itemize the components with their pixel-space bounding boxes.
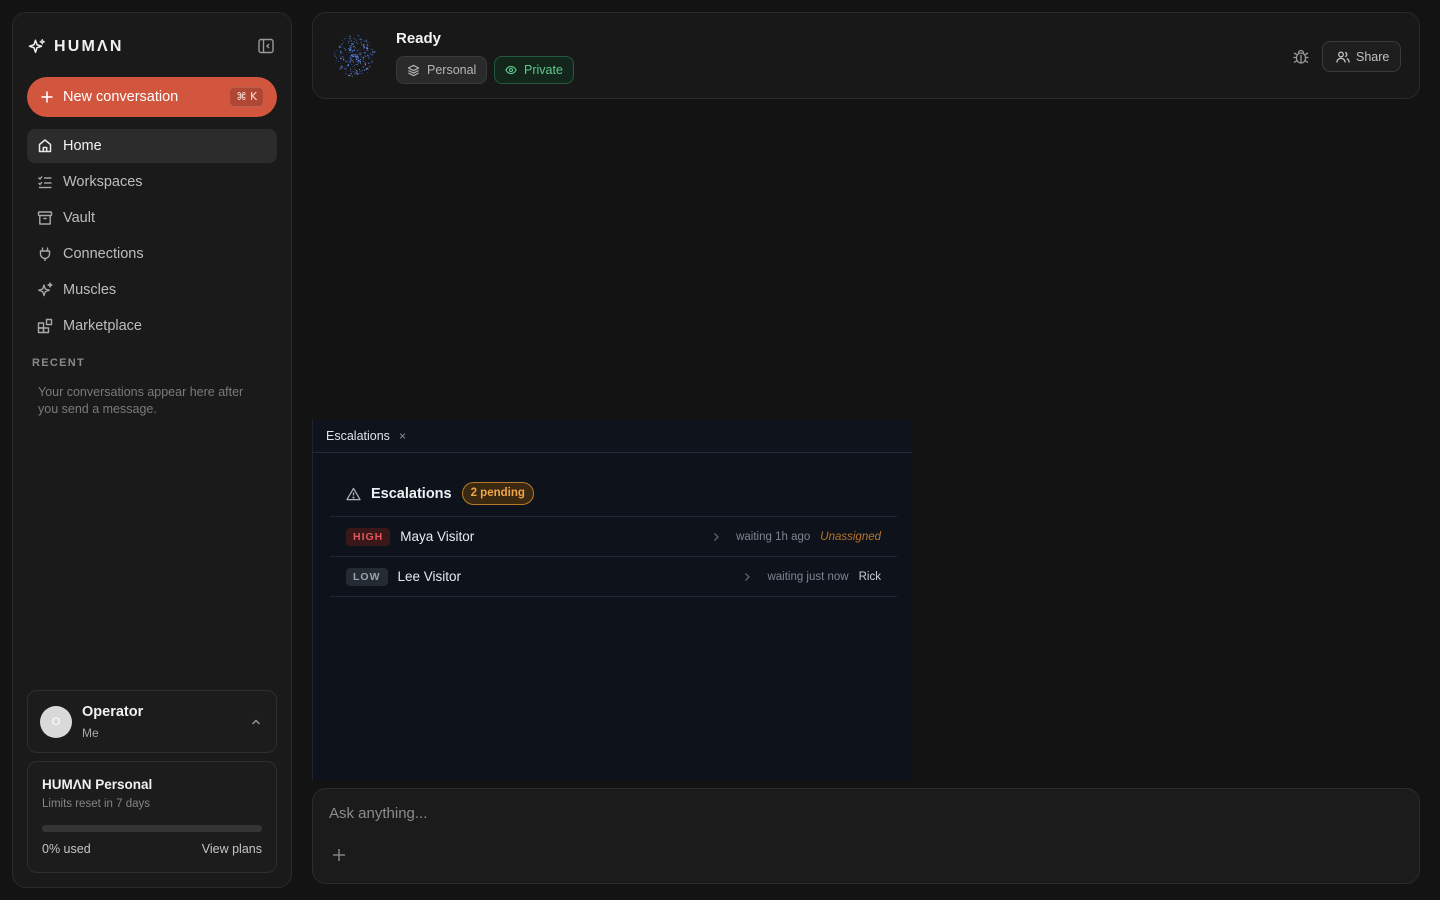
app-root: HUMΛN New conversation ⌘ K Home Workspac…	[0, 0, 1440, 900]
share-button[interactable]: Share	[1322, 41, 1401, 72]
plus-icon	[41, 91, 53, 103]
waiting-time: waiting just now	[767, 571, 849, 583]
nav-item-muscles[interactable]: Muscles	[27, 273, 277, 307]
blocks-icon	[37, 318, 53, 334]
nav-item-connections[interactable]: Connections	[27, 237, 277, 271]
layers-icon	[407, 64, 420, 76]
row-meta: waiting 1h ago Unassigned	[712, 517, 881, 557]
shortcut-badge: ⌘ K	[229, 87, 264, 107]
visitor-name: Lee Visitor	[397, 569, 462, 584]
nav-item-marketplace[interactable]: Marketplace	[27, 309, 277, 343]
nav-item-workspaces[interactable]: Workspaces	[27, 165, 277, 199]
brand-name: HUMΛN	[54, 38, 124, 55]
nav-label: Workspaces	[63, 174, 143, 190]
archive-icon	[37, 210, 53, 226]
eye-icon	[505, 65, 517, 75]
list-checks-icon	[37, 174, 53, 190]
nav-item-home[interactable]: Home	[27, 129, 277, 163]
recent-heading: RECENT	[32, 357, 86, 369]
escalation-row[interactable]: LOW Lee Visitor waiting just now Rick	[330, 557, 897, 597]
severity-badge-high: HIGH	[346, 527, 391, 546]
user-menu[interactable]: O Operator Me	[27, 690, 277, 753]
escalations-list: HIGH Maya Visitor waiting 1h ago Unassig…	[330, 516, 897, 597]
sparkle-logo-icon	[28, 38, 46, 53]
message-composer	[312, 788, 1420, 884]
panel-tab-label: Escalations	[326, 429, 390, 443]
user-name: Operator	[82, 704, 144, 720]
usage-progress-bar	[42, 825, 262, 832]
view-plans-link[interactable]: View plans	[202, 842, 262, 856]
plan-reset-text: Limits reset in 7 days	[42, 798, 151, 810]
escalations-panel: Escalations × Escalations 2 pending HIGH…	[312, 420, 912, 780]
recent-empty-state: Your conversations appear here after you…	[38, 385, 244, 416]
waiting-time: waiting 1h ago	[736, 531, 811, 543]
share-label: Share	[1356, 49, 1390, 64]
assignee-label: Unassigned	[820, 531, 881, 543]
collapse-sidebar-icon[interactable]	[257, 37, 275, 55]
tag-label: Personal	[427, 63, 477, 77]
nav-label: Marketplace	[63, 318, 142, 334]
assignee-label: Rick	[858, 571, 881, 583]
visitor-name: Maya Visitor	[400, 529, 475, 544]
close-tab-icon[interactable]: ×	[399, 429, 406, 443]
severity-badge-low: LOW	[346, 567, 388, 586]
plan-title: HUMΛN Personal	[42, 777, 153, 792]
status-title: Ready	[396, 30, 442, 47]
tag-label: Private	[524, 63, 563, 77]
escalations-title: Escalations	[371, 485, 452, 502]
workspace-tag-personal[interactable]: Personal	[396, 56, 488, 84]
nav-label: Connections	[63, 246, 144, 262]
chevron-right-icon	[745, 573, 751, 581]
pending-count-badge: 2 pending	[461, 482, 534, 505]
user-subtitle: Me	[82, 726, 99, 740]
new-conversation-label: New conversation	[63, 89, 179, 105]
add-attachment-icon[interactable]	[332, 848, 346, 862]
sidebar: HUMΛN New conversation ⌘ K Home Workspac…	[12, 12, 292, 888]
escalation-row[interactable]: HIGH Maya Visitor waiting 1h ago Unassig…	[330, 517, 897, 557]
message-input[interactable]	[329, 801, 1399, 825]
avatar: O	[40, 706, 72, 738]
chevron-right-icon	[714, 533, 720, 541]
nav-label: Vault	[63, 210, 95, 226]
nav-label: Home	[63, 138, 102, 154]
usage-label: 0% used	[42, 842, 91, 856]
agent-orb-avatar	[333, 35, 376, 77]
chevron-up-icon	[252, 719, 260, 725]
row-meta: waiting just now Rick	[743, 557, 881, 597]
panel-tab-escalations[interactable]: Escalations ×	[313, 420, 912, 453]
escalations-header: Escalations 2 pending	[346, 482, 534, 505]
home-icon	[37, 138, 53, 154]
bug-report-icon[interactable]	[1291, 47, 1311, 67]
warning-triangle-icon	[346, 487, 361, 500]
plan-card: HUMΛN Personal Limits reset in 7 days 0%…	[27, 761, 277, 873]
main-nav: Home Workspaces Vault Connections Muscle…	[27, 129, 277, 345]
nav-label: Muscles	[63, 282, 117, 298]
plug-icon	[37, 246, 53, 262]
new-conversation-button[interactable]: New conversation ⌘ K	[27, 77, 277, 117]
conversation-header: Ready Personal Private Share	[312, 12, 1420, 99]
users-icon	[1336, 51, 1350, 63]
nav-item-vault[interactable]: Vault	[27, 201, 277, 235]
visibility-tag-private[interactable]: Private	[494, 56, 574, 84]
brand[interactable]: HUMΛN	[28, 35, 124, 59]
sparkles-icon	[37, 282, 53, 298]
